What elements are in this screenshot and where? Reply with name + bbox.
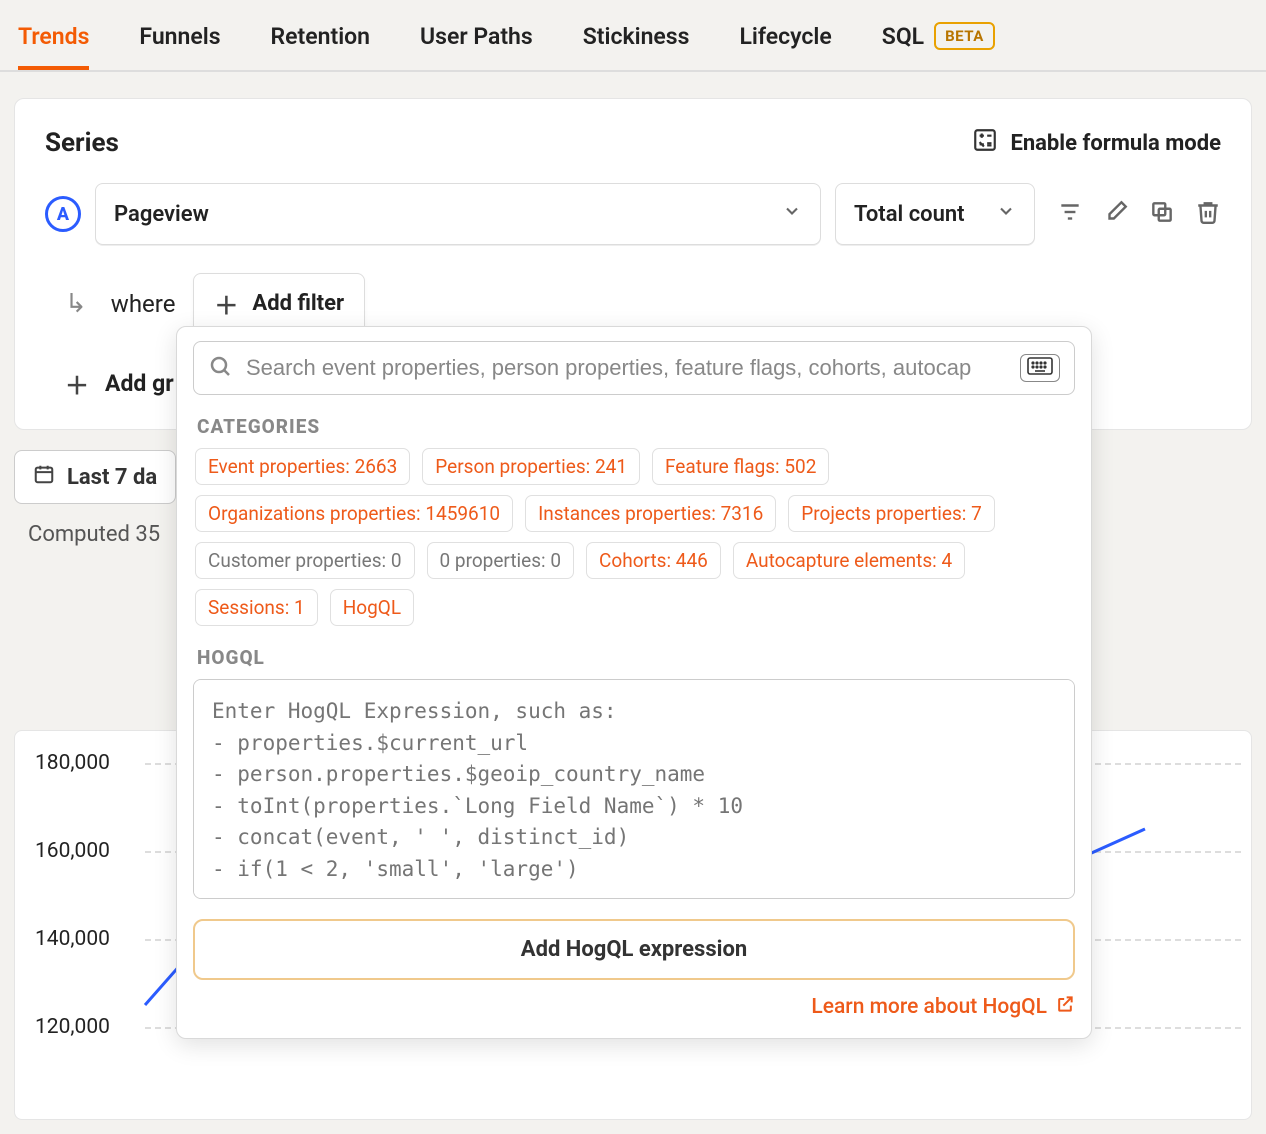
event-selector[interactable]: Pageview xyxy=(95,183,821,245)
filter-search-wrap xyxy=(193,341,1075,395)
where-arrow-icon: ↳ xyxy=(65,289,87,319)
y-axis-label: 120,000 xyxy=(35,1015,110,1039)
date-range-label: Last 7 da xyxy=(67,465,157,490)
categories-label: CATEGORIES xyxy=(197,415,1071,438)
trash-icon[interactable] xyxy=(1195,199,1221,229)
tab-lifecycle[interactable]: Lifecycle xyxy=(739,23,831,68)
category-chip[interactable]: Person properties: 241 xyxy=(422,448,640,485)
tab-retention[interactable]: Retention xyxy=(271,23,371,68)
chevron-down-icon xyxy=(996,201,1016,227)
add-filter-label: Add filter xyxy=(252,291,344,316)
category-chip[interactable]: Cohorts: 446 xyxy=(586,542,721,579)
plus-icon: ＋ xyxy=(65,366,89,401)
category-chip[interactable]: Feature flags: 502 xyxy=(652,448,829,485)
formula-icon xyxy=(972,127,998,159)
category-chip[interactable]: Autocapture elements: 4 xyxy=(733,542,965,579)
copy-icon[interactable] xyxy=(1149,199,1175,229)
add-graph-label: Add gr xyxy=(105,370,174,397)
tab-stickiness[interactable]: Stickiness xyxy=(583,23,690,68)
category-chip[interactable]: Instances properties: 7316 xyxy=(525,495,776,532)
metric-selector-label: Total count xyxy=(854,202,965,227)
formula-toggle-label: Enable formula mode xyxy=(1010,131,1221,156)
tab-trends[interactable]: Trends xyxy=(18,23,89,68)
filter-property-popover: CATEGORIES Event properties: 2663 Person … xyxy=(176,326,1092,1039)
search-icon xyxy=(208,354,232,382)
category-chip[interactable]: HogQL xyxy=(330,589,414,626)
categories-chip-group: Event properties: 2663 Person properties:… xyxy=(195,448,1073,626)
category-chip[interactable]: 0 properties: 0 xyxy=(427,542,575,579)
insight-type-tabs: Trends Funnels Retention User Paths Stic… xyxy=(0,0,1266,72)
filter-icon[interactable] xyxy=(1057,199,1083,229)
tab-sql[interactable]: SQL xyxy=(882,23,924,50)
category-chip[interactable]: Customer properties: 0 xyxy=(195,542,415,579)
series-title: Series xyxy=(45,128,119,158)
tab-user-paths[interactable]: User Paths xyxy=(420,23,533,68)
tab-funnels[interactable]: Funnels xyxy=(139,23,220,68)
calendar-icon xyxy=(33,463,55,491)
external-link-icon xyxy=(1055,994,1075,1020)
category-chip[interactable]: Projects properties: 7 xyxy=(788,495,995,532)
y-axis-label: 140,000 xyxy=(35,927,110,951)
enable-formula-mode-button[interactable]: Enable formula mode xyxy=(972,127,1221,159)
add-filter-button[interactable]: ＋ Add filter xyxy=(193,273,365,334)
keyboard-icon xyxy=(1020,354,1060,382)
beta-badge: BETA xyxy=(934,22,995,50)
y-axis-label: 160,000 xyxy=(35,839,110,863)
edit-icon[interactable] xyxy=(1103,199,1129,229)
event-selector-label: Pageview xyxy=(114,202,209,227)
add-hogql-expression-button[interactable]: Add HogQL expression xyxy=(193,919,1075,980)
hogql-label: HOGQL xyxy=(197,646,1071,669)
learn-more-label: Learn more about HogQL xyxy=(811,995,1047,1019)
chevron-down-icon xyxy=(782,201,802,227)
category-chip[interactable]: Sessions: 1 xyxy=(195,589,318,626)
filter-search-input[interactable] xyxy=(246,355,1006,381)
date-range-selector[interactable]: Last 7 da xyxy=(14,450,176,504)
y-axis-label: 180,000 xyxy=(35,751,110,775)
where-label: where xyxy=(111,290,176,318)
series-letter-badge: A xyxy=(45,196,81,232)
category-chip[interactable]: Organizations properties: 1459610 xyxy=(195,495,513,532)
plus-icon: ＋ xyxy=(214,286,238,321)
learn-more-hogql-link[interactable]: Learn more about HogQL xyxy=(193,994,1075,1020)
category-chip[interactable]: Event properties: 2663 xyxy=(195,448,410,485)
hogql-expression-input[interactable] xyxy=(193,679,1075,899)
metric-selector[interactable]: Total count xyxy=(835,183,1035,245)
